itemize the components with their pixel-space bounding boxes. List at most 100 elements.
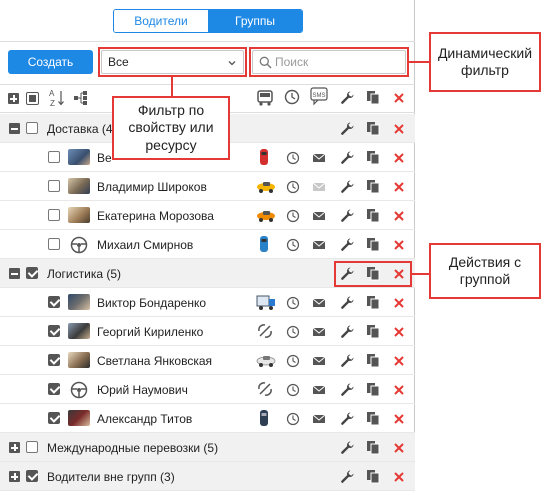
group-checkbox[interactable] [26, 441, 38, 453]
delete-icon[interactable] [392, 267, 406, 281]
chevron-down-icon [228, 61, 236, 66]
clock-icon[interactable] [286, 383, 300, 397]
collapse-icon[interactable] [9, 123, 20, 134]
item-checkbox[interactable] [48, 354, 60, 366]
copy-icon[interactable] [366, 469, 380, 484]
wrench-icon[interactable] [340, 324, 355, 339]
envelope-icon[interactable] [312, 354, 326, 368]
item-checkbox[interactable] [48, 151, 60, 163]
envelope-icon[interactable] [312, 325, 326, 339]
property-filter-select[interactable]: Все [101, 50, 244, 74]
item-checkbox[interactable] [48, 412, 60, 424]
item-checkbox[interactable] [48, 383, 60, 395]
driver-name: Георгий Кириленко [97, 324, 204, 339]
tree-icon[interactable] [73, 90, 89, 106]
clock-icon[interactable] [284, 89, 300, 105]
blue-car-icon [260, 236, 268, 252]
envelope-icon[interactable] [312, 238, 326, 252]
copy-icon[interactable] [366, 237, 380, 252]
envelope-icon[interactable] [312, 296, 326, 310]
driver-photo [68, 149, 90, 165]
red-car-icon [260, 149, 268, 165]
item-checkbox[interactable] [48, 296, 60, 308]
envelope-icon[interactable] [312, 151, 326, 165]
envelope-icon[interactable] [312, 209, 326, 223]
copy-icon[interactable] [366, 382, 380, 397]
collapse-icon[interactable] [9, 268, 20, 279]
copy-icon[interactable] [366, 208, 380, 223]
clock-icon[interactable] [286, 412, 300, 426]
delete-icon[interactable] [392, 470, 406, 484]
item-checkbox[interactable] [48, 325, 60, 337]
copy-icon[interactable] [366, 150, 380, 165]
copy-icon[interactable] [366, 179, 380, 194]
delete-icon[interactable] [392, 122, 406, 136]
copy-icon[interactable] [366, 121, 380, 136]
copy-icon[interactable] [366, 440, 380, 455]
wrench-icon[interactable] [340, 121, 355, 136]
sms-icon[interactable]: SMS [310, 87, 328, 107]
clock-icon[interactable] [286, 238, 300, 252]
wrench-icon[interactable] [340, 295, 355, 310]
delete-icon[interactable] [392, 383, 406, 397]
wrench-icon[interactable] [340, 266, 355, 281]
tab-groups[interactable]: Группы [208, 10, 302, 32]
driver-name: Александр Титов [97, 411, 193, 426]
group-checkbox[interactable] [26, 267, 38, 279]
copy-icon[interactable] [366, 324, 380, 339]
delete-icon[interactable] [392, 238, 406, 252]
clock-icon[interactable] [286, 296, 300, 310]
envelope-icon[interactable] [312, 412, 326, 426]
expand-all-icon[interactable] [8, 93, 19, 104]
item-checkbox[interactable] [48, 180, 60, 192]
collapse-all-icon[interactable] [26, 92, 39, 105]
create-button[interactable]: Создать [8, 50, 93, 74]
wrench-icon[interactable] [340, 90, 355, 105]
wrench-icon[interactable] [340, 382, 355, 397]
copy-icon[interactable] [366, 295, 380, 310]
group-checkbox[interactable] [26, 122, 38, 134]
wrench-icon[interactable] [340, 150, 355, 165]
delete-icon[interactable] [392, 180, 406, 194]
delete-icon[interactable] [392, 325, 406, 339]
clock-icon[interactable] [286, 209, 300, 223]
copy-icon[interactable] [366, 266, 380, 281]
delete-icon[interactable] [392, 412, 406, 426]
copy-icon[interactable] [366, 353, 380, 368]
clock-icon[interactable] [286, 354, 300, 368]
envelope-icon[interactable] [312, 383, 326, 397]
delete-icon[interactable] [392, 296, 406, 310]
copy-icon[interactable] [366, 90, 380, 105]
copy-icon[interactable] [366, 411, 380, 426]
tab-drivers[interactable]: Водители [114, 10, 208, 32]
wrench-icon[interactable] [340, 237, 355, 252]
expand-icon[interactable] [9, 471, 20, 482]
delete-icon[interactable] [392, 441, 406, 455]
wrench-icon[interactable] [340, 411, 355, 426]
group-checkbox[interactable] [26, 470, 38, 482]
delete-icon[interactable] [392, 151, 406, 165]
clock-icon[interactable] [286, 180, 300, 194]
clock-icon[interactable] [286, 151, 300, 165]
delete-icon[interactable] [392, 354, 406, 368]
delete-icon[interactable] [392, 91, 406, 105]
steering-wheel-icon [70, 236, 88, 254]
item-checkbox[interactable] [48, 209, 60, 221]
wrench-icon[interactable] [340, 179, 355, 194]
wrench-icon[interactable] [340, 440, 355, 455]
wrench-icon[interactable] [340, 353, 355, 368]
driver-photo [68, 323, 90, 339]
vehicle-icon[interactable] [256, 89, 274, 107]
expand-icon[interactable] [9, 442, 20, 453]
divider [0, 41, 415, 42]
drivers-panel: Водители Группы Создать Все Поиск AZ SMS [0, 0, 415, 491]
envelope-icon[interactable] [312, 180, 326, 194]
item-checkbox[interactable] [48, 238, 60, 250]
wrench-icon[interactable] [340, 469, 355, 484]
sort-az-icon[interactable]: AZ [49, 88, 65, 108]
delete-icon[interactable] [392, 209, 406, 223]
dark-car-icon [260, 410, 268, 426]
wrench-icon[interactable] [340, 208, 355, 223]
clock-icon[interactable] [286, 325, 300, 339]
search-input[interactable]: Поиск [252, 50, 406, 74]
